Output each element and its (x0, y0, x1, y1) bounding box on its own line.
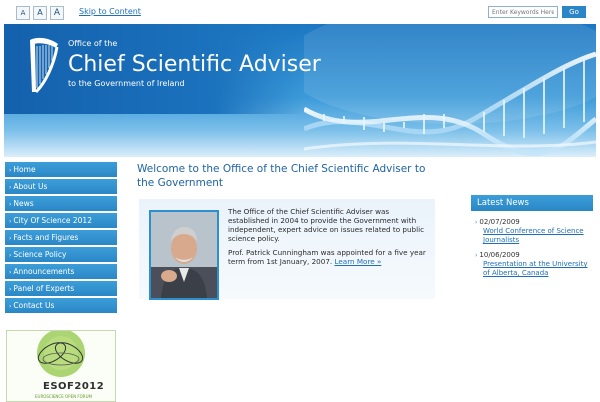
chevron-right-icon: › (475, 219, 478, 226)
chevron-right-icon: › (9, 235, 12, 242)
chevron-right-icon: › (9, 252, 12, 259)
search-input[interactable] (488, 6, 558, 18)
intro-card: The Office of the Chief Scientific Advis… (139, 199, 435, 300)
nav-item-city-of-science[interactable]: › City Of Science 2012 (5, 213, 117, 228)
esof-2012-banner[interactable]: ESOF2012 EUROSCIENCE OPEN FORUM (6, 330, 116, 402)
dna-helix-graphic (304, 24, 596, 156)
chevron-right-icon: › (9, 167, 12, 174)
esof-sub-label: EUROSCIENCE OPEN FORUM (35, 394, 92, 399)
site-title[interactable]: Chief Scientific Adviser (68, 52, 321, 77)
skip-to-content-link[interactable]: Skip to Content (79, 7, 141, 16)
esof-label: ESOF2012 (43, 381, 105, 392)
chevron-right-icon: › (475, 252, 478, 259)
latest-news-list: › 02/07/2009 World Conference of Science … (475, 218, 593, 284)
latest-news-heading: Latest News (471, 195, 593, 211)
nav-item-panel-of-experts[interactable]: › Panel of Experts (5, 281, 117, 296)
chevron-right-icon: › (9, 201, 12, 208)
nav-item-facts-and-figures[interactable]: › Facts and Figures (5, 230, 117, 245)
adviser-photo (149, 210, 219, 300)
sidebar-nav: › Home › About Us › News › City Of Science 2… (5, 162, 117, 315)
chevron-right-icon: › (9, 286, 12, 293)
chevron-right-icon: › (9, 269, 12, 276)
news-date: › 02/07/2009 (475, 218, 520, 226)
chevron-right-icon: › (9, 184, 12, 191)
search-go-button[interactable]: Go (562, 6, 586, 18)
news-item: › 10/06/2009 Presentation at the Universi… (475, 251, 593, 278)
welcome-heading: Welcome to the Office of the Chief Scien… (137, 163, 426, 189)
chevron-right-icon: › (9, 218, 12, 225)
banner-office-of: Office of the (68, 39, 118, 48)
intro-text: The Office of the Chief Scientific Advis… (228, 207, 428, 271)
nav-item-about-us[interactable]: › About Us (5, 179, 117, 194)
nav-item-contact-us[interactable]: › Contact Us (5, 298, 117, 313)
news-date: › 10/06/2009 (475, 251, 520, 259)
intro-paragraph: The Office of the Chief Scientific Advis… (228, 207, 425, 243)
chevron-right-icon: › (9, 303, 12, 310)
learn-more-link[interactable]: Learn More » (334, 257, 381, 266)
nav-item-news[interactable]: › News (5, 196, 117, 211)
utility-bar: A A A Skip to Content Go (0, 0, 600, 22)
nav-item-home[interactable]: › Home (5, 162, 117, 177)
news-link[interactable]: World Conference of Science Journalists (483, 227, 593, 245)
portrait-image (151, 212, 217, 298)
nav-item-science-policy[interactable]: › Science Policy (5, 247, 117, 262)
news-link[interactable]: Presentation at the University of Albert… (483, 260, 593, 278)
site-subtitle: to the Government of Ireland (68, 79, 185, 88)
font-size-small-button[interactable]: A (16, 6, 30, 20)
nav-item-announcements[interactable]: › Announcements (5, 264, 117, 279)
font-size-medium-button[interactable]: A (33, 6, 47, 20)
appointment-paragraph: Prof. Patrick Cunningham was appointed f… (228, 248, 426, 266)
font-size-large-button[interactable]: A (50, 6, 64, 20)
esof-logo-graphic (37, 331, 85, 377)
irish-harp-logo (30, 37, 59, 94)
news-item: › 02/07/2009 World Conference of Science … (475, 218, 593, 245)
header-banner: Office of the Chief Scientific Adviser t… (4, 24, 596, 157)
